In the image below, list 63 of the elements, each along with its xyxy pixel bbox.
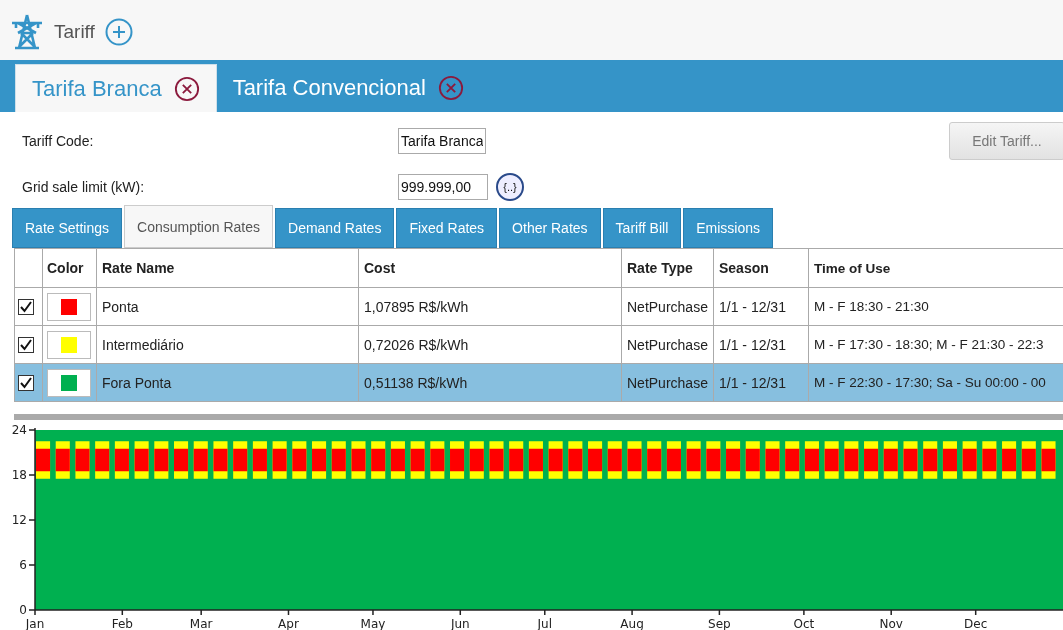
table-cell: M - F 17:30 - 18:30; M - F 21:30 - 22:3 [814, 337, 1044, 352]
table-cell: NetPurchase [627, 374, 708, 391]
expression-button[interactable]: {..} [496, 173, 524, 201]
section-tab[interactable]: Consumption Rates [124, 205, 273, 248]
table-cell: 1,07895 R$/kWh [364, 298, 469, 315]
tariff-code-field[interactable]: Tarifa Branca [398, 128, 486, 154]
table-cell: 0,72026 R$/kWh [364, 336, 469, 353]
axis-tick-label: Aug [620, 617, 644, 630]
checkbox[interactable] [18, 298, 34, 315]
color-swatch[interactable] [47, 330, 91, 359]
section-tab[interactable]: Other Rates [499, 208, 601, 248]
axis-tick-label: Jan [25, 617, 45, 630]
table-cell: M - F 22:30 - 17:30; Sa - Su 00:00 - 00 [814, 375, 1046, 390]
table-cell: Fora Ponta [102, 374, 172, 391]
add-icon[interactable] [104, 18, 133, 46]
axis-tick-label: Dec [964, 617, 988, 630]
axis-tick-label: 12 [11, 513, 27, 527]
color-swatch[interactable] [47, 368, 91, 397]
table-cell: NetPurchase [627, 336, 708, 353]
tariff-tab[interactable]: Tarifa Branca [15, 64, 217, 112]
axis-tick-label: 6 [19, 558, 27, 572]
column-header: Time of Use [813, 259, 892, 278]
tariff-tab[interactable]: Tarifa Convencional [216, 64, 480, 112]
axis-tick-label: Mar [189, 617, 213, 630]
grid-limit-field[interactable]: 999.999,00 [398, 174, 488, 200]
axis-tick-label: Jun [450, 617, 470, 630]
checkbox[interactable] [18, 374, 34, 391]
table-cell: 0,51138 R$/kWh [364, 374, 468, 391]
power-tower-icon [10, 14, 44, 50]
column-header: Color [43, 249, 97, 287]
axis-tick-label: Sep [708, 617, 731, 630]
axis-tick-label: Nov [879, 617, 903, 630]
table-cell: Ponta [102, 298, 139, 315]
column-header: Cost [359, 249, 622, 287]
axis-tick-label: Jul [537, 617, 552, 630]
close-icon[interactable] [173, 75, 200, 102]
column-header: Rate Name [97, 249, 359, 287]
table-cell: 1/1 - 12/31 [719, 336, 786, 353]
table-cell: NetPurchase [627, 298, 708, 315]
section-tab[interactable]: Rate Settings [12, 208, 123, 248]
table-cell: M - F 18:30 - 21:30 [814, 299, 929, 314]
table-cell: 1/1 - 12/31 [719, 374, 786, 391]
column-header: Season [714, 249, 809, 287]
section-tab[interactable]: Demand Rates [275, 208, 395, 248]
table-cell: Intermediário [102, 336, 184, 353]
table-cell: 1/1 - 12/31 [719, 298, 786, 315]
edit-tariff-button[interactable]: Edit Tariff... [949, 122, 1063, 160]
page-title: Tariff [54, 21, 95, 43]
section-tab[interactable]: Tariff Bill [602, 208, 682, 248]
axis-tick-label: Apr [278, 617, 299, 630]
section-tab[interactable]: Emissions [683, 208, 774, 248]
checkbox[interactable] [18, 336, 34, 353]
field-label: Tariff Code: [22, 133, 95, 149]
axis-tick-label: May [360, 617, 386, 630]
axis-tick-label: 18 [11, 468, 27, 482]
field-label: Grid sale limit (kW): [22, 179, 146, 195]
axis-tick-label: 0 [19, 603, 27, 617]
axis-tick-label: 24 [11, 423, 27, 437]
section-tab[interactable]: Fixed Rates [396, 208, 498, 248]
column-header: Rate Type [622, 249, 714, 287]
axis-tick-label: Oct [793, 617, 815, 630]
axis-tick-label: Feb [111, 617, 133, 630]
color-swatch[interactable] [47, 292, 91, 321]
